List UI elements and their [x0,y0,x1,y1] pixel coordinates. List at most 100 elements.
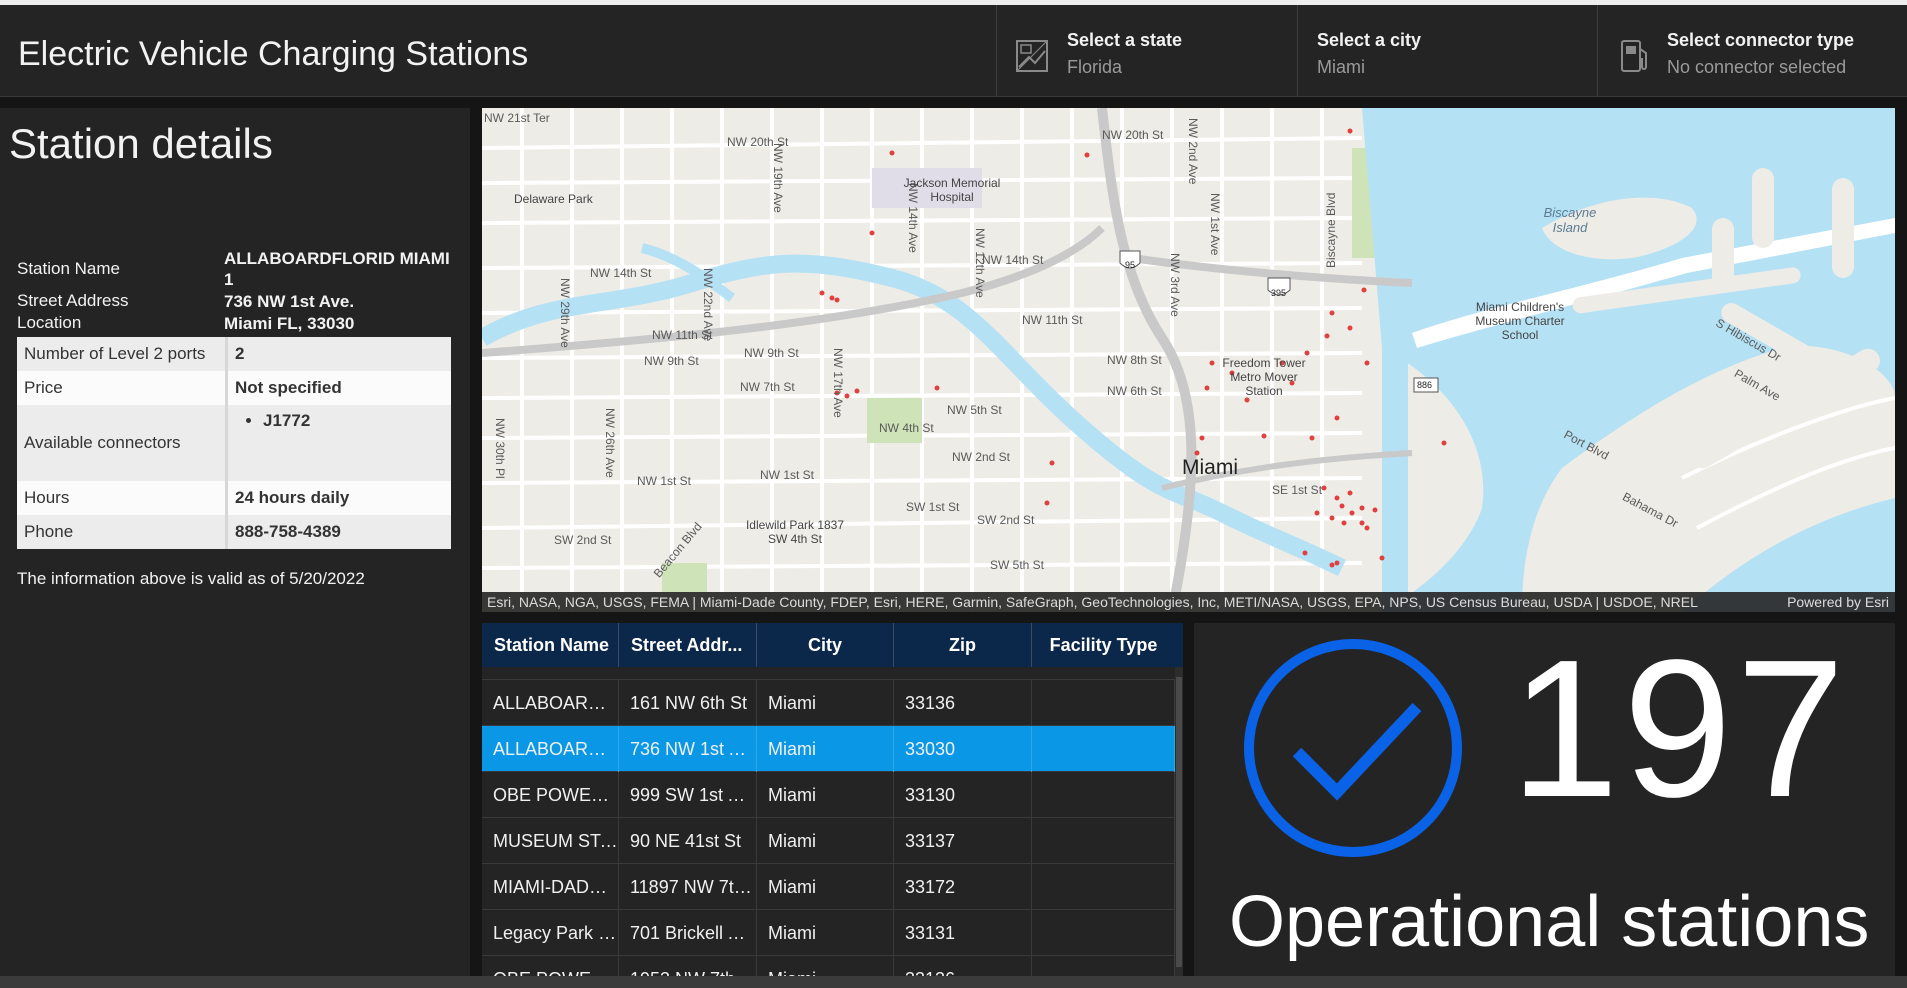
cell-street-address: 161 NW 6th St [619,680,757,726]
street-label: NW 30th Pl [493,418,507,479]
table-row[interactable]: ALLABOARDFLORID MIAMI 2 161 NW 6th St Mi… [482,680,1175,726]
cell-street-address: 1953 NW 7th St [619,956,757,976]
street-label: NW 20th St [1102,128,1164,142]
cell-street-address: 999 SW 1st Ave [619,772,757,818]
scrollbar-thumb[interactable] [1176,677,1182,967]
cell-zip: 33130 [894,772,1032,818]
cell-street-address: 11897 NW 7th Ave [619,864,757,910]
street-label: NW 3rd Ave [1168,253,1182,317]
city-selector-label: Select a city [1317,30,1422,50]
cell-city: Miami [757,910,894,956]
price-label: Price [17,371,228,405]
poi-label: Idlewild Park 1837 SW 4th St [745,518,845,546]
cell-facility-type [1032,910,1175,956]
street-label: NW 14th St [982,253,1044,267]
cell-facility-type [1032,864,1175,910]
city-selector[interactable]: Select a city Miami [1297,5,1597,97]
check-circle-icon [1244,639,1462,857]
operational-stations-indicator: 197 Operational stations [1194,623,1895,976]
street-label: SW 1st St [906,500,960,514]
cell-zip: 33030 [894,726,1032,772]
street-label: NW 7th St [740,380,795,394]
app-header: Electric Vehicle Charging Stations Selec… [0,5,1907,97]
column-header-station-name[interactable]: Station Name [482,623,619,667]
map-view[interactable]: NW 21st Ter NW 20th St NW 20th St NW 14t… [482,108,1895,612]
street-label: NW 5th St [947,403,1002,417]
street-label: NW 12th Ave [973,228,987,298]
powered-by-esri[interactable]: Powered by Esri [1787,592,1889,612]
connector-list: J1772 [235,411,444,431]
phone-label: Phone [17,515,228,549]
street-address-label: Street Address [17,291,129,310]
connector-selector[interactable]: Select connector type No connector selec… [1597,5,1907,97]
price-value: Not specified [226,371,451,405]
connector-selector-label: Select connector type [1667,30,1855,50]
connectors-label: Available connectors [17,405,228,481]
footer-bar [0,976,1907,988]
street-label: NW 2nd Ave [1186,118,1200,185]
cell-facility-type [1032,726,1175,772]
street-label: NW 9th St [744,346,799,360]
cell-facility-type [1032,818,1175,864]
details-title: Station details [9,120,273,167]
cell-city: Miami [757,772,894,818]
cell-station-name: MIAMI-DADE STATION [482,864,619,910]
info-row-phone: Phone 888-758-4389 [17,515,451,549]
street-label: NW 17th Ave [831,348,845,418]
street-label: NW 1st St [760,468,815,482]
attribution-text: Esri, NASA, NGA, USGS, FEMA | Miami-Dade… [487,594,1698,610]
cell-street-address: 90 NE 41st St [619,818,757,864]
hours-value: 24 hours daily [226,481,451,515]
highway-shield-text-i395: 395 [1271,288,1287,298]
table-row[interactable]: MUSEUM STATION 90 NE 41st St Miami 33137 [482,818,1175,864]
station-name-label: Station Name [17,259,120,278]
street-label: NW 2nd St [952,450,1011,464]
highway-shield-text-i95: 95 [1125,260,1136,270]
cell-station-name: OBE POWER STATION [482,772,619,818]
cell-city: Miami [757,956,894,976]
street-label: NW 14th St [590,266,652,280]
street-label: SW 2nd St [554,533,612,547]
street-label: NW 11th St [1022,313,1083,327]
stations-table: Station Name Street Addr... City Zip Fac… [482,623,1183,976]
state-selector[interactable]: Select a state Florida [996,5,1297,97]
street-label: NW 9th St [644,354,699,368]
cell-facility-type [1032,680,1175,726]
cell-zip: 33131 [894,910,1032,956]
table-row[interactable]: Legacy Park Station 701 Brickell Ave Mia… [482,910,1175,956]
street-label: NW 4th St [879,421,934,435]
poi-label: Jackson Memorial Hospital [903,176,1001,204]
table-row-selected[interactable]: ALLABOARDFLORID MIAMI 1 736 NW 1st Ave. … [482,726,1175,772]
cell-zip: 33136 [894,680,1032,726]
map-attribution[interactable]: Esri, NASA, NGA, USGS, FEMA | Miami-Dade… [482,592,1895,612]
phone-value: 888-758-4389 [226,515,451,549]
hours-label: Hours [17,481,228,515]
table-row[interactable]: MIAMI-DADE STATION 11897 NW 7th Ave Miam… [482,864,1175,910]
cell-station-name: MUSEUM STATION [482,818,619,864]
validity-note: The information above is valid as of 5/2… [17,569,365,588]
cell-city: Miami [757,680,894,726]
table-scrollbar[interactable] [1175,667,1183,976]
street-label: Biscayne Blvd [1324,192,1338,268]
connector-selector-value: No connector selected [1667,57,1847,77]
app-title: Electric Vehicle Charging Stations [18,35,529,73]
table-row[interactable]: OBE POWER STATION 999 SW 1st Ave Miami 3… [482,772,1175,818]
indicator-value: 197 [1510,619,1850,838]
cell-station-name: Legacy Park Station [482,910,619,956]
cell-station-name: OBE POWER STATION 2 [482,956,619,976]
info-row-price: Price Not specified [17,371,451,405]
column-header-city[interactable]: City [757,623,894,667]
info-row-connectors: Available connectors J1772 [17,405,451,481]
cell-street-address: 736 NW 1st Ave. [619,726,757,772]
street-label: NW 8th St [1107,353,1162,367]
table-header: Station Name Street Addr... City Zip Fac… [482,623,1183,667]
info-row-hours: Hours 24 hours daily [17,481,451,515]
station-info-table: Number of Level 2 ports 2 Price Not spec… [17,337,451,549]
table-row[interactable]: OBE POWER STATION 2 1953 NW 7th St Miami… [482,956,1175,976]
street-address-value: 736 NW 1st Ave. [224,292,355,311]
column-header-street-address[interactable]: Street Addr... [619,623,757,667]
column-header-facility-type[interactable]: Facility Type [1032,623,1175,667]
cell-station-name: ALLABOARDFLORID MIAMI 1 [482,726,619,772]
street-label: SE 1st St [1272,483,1323,497]
column-header-zip[interactable]: Zip [894,623,1032,667]
